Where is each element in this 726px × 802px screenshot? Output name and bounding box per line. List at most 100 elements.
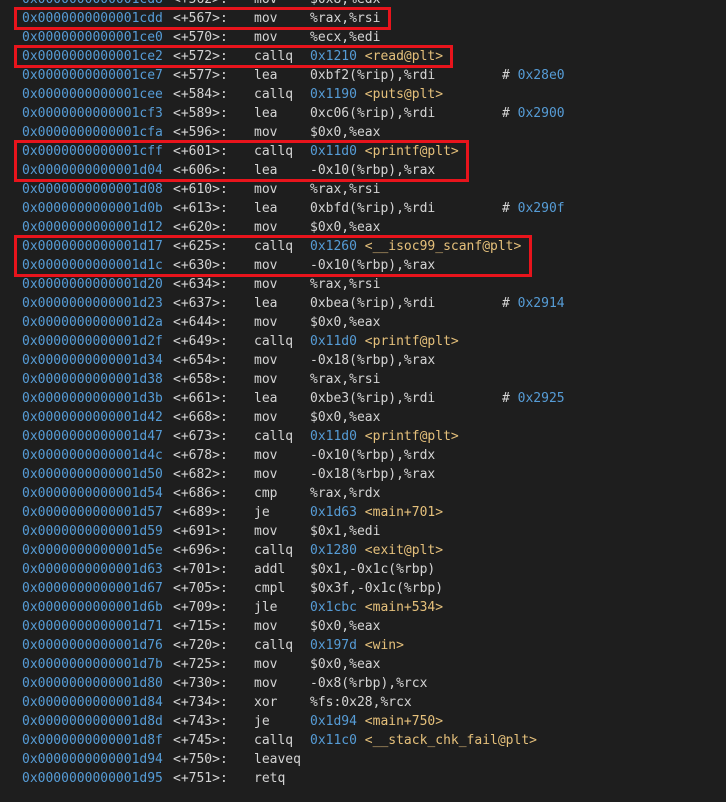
instruction-address: 0x0000000000001d54: [22, 486, 163, 501]
instruction-address: 0x0000000000001cfa: [22, 125, 163, 140]
instruction-mnemonic: mov: [254, 410, 278, 425]
instruction-offset: <+678>:: [173, 448, 228, 463]
instruction-row: 0x0000000000001d0b <+613>: lea 0xbfd(%rip),…: [0, 199, 726, 218]
instruction-mnemonic: lea: [254, 106, 278, 121]
call-target-symbol: <main+701>: [364, 505, 444, 520]
instruction-address: 0x0000000000001d67: [22, 581, 163, 596]
instruction-mnemonic: mov: [254, 125, 278, 140]
instruction-row: 0x0000000000001d76 <+720>: callq 0x197d <wi…: [0, 636, 726, 655]
instruction-offset: <+730>:: [173, 676, 228, 691]
instruction-address: 0x0000000000001cdd: [22, 11, 163, 26]
instruction-row: 0x0000000000001d80 <+730>: mov -0x8(%rbp),%…: [0, 674, 726, 693]
comment-marker: #: [502, 201, 510, 216]
instruction-address: 0x0000000000001d38: [22, 372, 163, 387]
instruction-offset: <+745>:: [173, 733, 228, 748]
instruction-offset: <+689>:: [173, 505, 228, 520]
instruction-operands: $0x0,%eax: [310, 220, 381, 235]
instruction-row: 0x0000000000001d08 <+610>: mov %rax,%rsi: [0, 180, 726, 199]
instruction-offset: <+613>:: [173, 201, 228, 216]
call-target-symbol: <read@plt>: [364, 49, 444, 64]
instruction-address: 0x0000000000001d94: [22, 752, 163, 767]
instruction-offset: <+572>:: [173, 49, 228, 64]
instruction-offset: <+751>:: [173, 771, 228, 786]
instruction-mnemonic: cmp: [254, 486, 278, 501]
instruction-operands: 0xbf2(%rip),%rdi: [310, 68, 436, 83]
instruction-mnemonic: mov: [254, 0, 277, 9]
instruction-offset: <+743>:: [173, 714, 228, 729]
instruction-row: 0x0000000000001d2f <+649>: callq 0x11d0 <pr…: [0, 332, 726, 351]
instruction-row: 0x0000000000001ce7 <+577>: lea 0xbf2(%rip),…: [0, 66, 726, 85]
instruction-comment: # 0x2900: [502, 104, 565, 123]
instruction-operands: %rax,%rsi: [310, 372, 381, 387]
instruction-offset: <+654>:: [173, 353, 228, 368]
instruction-mnemonic: mov: [254, 657, 278, 672]
instruction-operands: %fs:0x28,%rcx: [310, 695, 412, 710]
instruction-mnemonic: callq: [254, 638, 294, 653]
call-target-symbol: <printf@plt>: [364, 144, 459, 159]
instruction-row: 0x0000000000001cee <+584>: callq 0x1190 <pu…: [0, 85, 726, 104]
instruction-address: 0x0000000000001cff: [22, 144, 163, 159]
instruction-address: 0x0000000000001d08: [22, 182, 163, 197]
instruction-address: 0x0000000000001d20: [22, 277, 163, 292]
instruction-row: 0x0000000000001d04 <+606>: lea -0x10(%rbp),…: [0, 161, 726, 180]
instruction-row: 0x0000000000001d1c <+630>: mov -0x10(%rbp),…: [0, 256, 726, 275]
instruction-mnemonic: mov: [254, 353, 278, 368]
instruction-operands: 0x1260 <__isoc99_scanf@plt>: [310, 237, 521, 256]
call-target-symbol: <printf@plt>: [364, 334, 459, 349]
instruction-address: 0x0000000000001d42: [22, 410, 163, 425]
instruction-row: 0x0000000000001d94 <+750>: leaveq: [0, 750, 726, 769]
instruction-row: 0x0000000000001d4c <+678>: mov -0x10(%rbp),…: [0, 446, 726, 465]
comment-address: 0x290f: [517, 201, 565, 216]
instruction-row: 0x0000000000001d12 <+620>: mov $0x0,%eax: [0, 218, 726, 237]
call-target-symbol: <__isoc99_scanf@plt>: [364, 239, 522, 254]
call-target-symbol: <printf@plt>: [364, 429, 459, 444]
instruction-row: 0x0000000000001d8d <+743>: je 0x1d94 <main+…: [0, 712, 726, 731]
instruction-operands: 0x11d0 <printf@plt>: [310, 142, 459, 161]
instruction-address: 0x0000000000001d4c: [22, 448, 163, 463]
instruction-row: 0x0000000000001d42 <+668>: mov $0x0,%eax: [0, 408, 726, 427]
instruction-mnemonic: mov: [254, 11, 278, 26]
instruction-offset: <+720>:: [173, 638, 228, 653]
instruction-mnemonic: lea: [254, 296, 278, 311]
instruction-operands: 0xbea(%rip),%rdi: [310, 296, 436, 311]
instruction-mnemonic: callq: [254, 543, 294, 558]
instruction-row: 0x0000000000001d63 <+701>: addl $0x1,-0x1c(…: [0, 560, 726, 579]
instruction-operands: 0x197d <win>: [310, 636, 404, 655]
instruction-offset: <+658>:: [173, 372, 228, 387]
instruction-address: 0x0000000000001d23: [22, 296, 163, 311]
instruction-address: 0x0000000000001d0b: [22, 201, 163, 216]
instruction-operands: 0x1210 <read@plt>: [310, 47, 443, 66]
instruction-comment: # 0x290f: [502, 199, 565, 218]
comment-marker: #: [502, 391, 510, 406]
call-target-address: 0x11d0: [310, 429, 357, 444]
instruction-mnemonic: callq: [254, 429, 294, 444]
instruction-mnemonic: mov: [254, 220, 278, 235]
instruction-address: 0x0000000000001d63: [22, 562, 163, 577]
instruction-offset: <+570>:: [173, 30, 228, 45]
instruction-offset: <+630>:: [173, 258, 228, 273]
instruction-address: 0x0000000000001ce7: [22, 68, 163, 83]
instruction-operands: $0x8,%edx: [310, 0, 380, 9]
instruction-mnemonic: mov: [254, 676, 278, 691]
call-target-address: 0x11c0: [310, 733, 357, 748]
instruction-mnemonic: callq: [254, 334, 294, 349]
instruction-offset: <+606>:: [173, 163, 228, 178]
instruction-row: 0x0000000000001cff <+601>: callq 0x11d0 <pr…: [0, 142, 726, 161]
instruction-address: 0x0000000000001d50: [22, 467, 163, 482]
instruction-offset: <+715>:: [173, 619, 228, 634]
instruction-operands: $0x0,%eax: [310, 315, 381, 330]
instruction-operands: 0x1d63 <main+701>: [310, 503, 443, 522]
instruction-mnemonic: callq: [254, 733, 294, 748]
instruction-operands: 0x11d0 <printf@plt>: [310, 427, 459, 446]
instruction-offset: <+691>:: [173, 524, 228, 539]
call-target-symbol: <main+750>: [364, 714, 444, 729]
instruction-offset: <+701>:: [173, 562, 228, 577]
instruction-operands: 0x1d94 <main+750>: [310, 712, 443, 731]
instruction-operands: %rax,%rdx: [310, 486, 381, 501]
instruction-offset: <+634>:: [173, 277, 228, 292]
instruction-mnemonic: callq: [254, 87, 294, 102]
instruction-address: 0x0000000000001d47: [22, 429, 163, 444]
instruction-row: 0x0000000000001cd8 <+562>: mov $0x8,%edx: [0, 0, 726, 9]
instruction-address: 0x0000000000001d5e: [22, 543, 163, 558]
instruction-row: 0x0000000000001d6b <+709>: jle 0x1cbc <main…: [0, 598, 726, 617]
